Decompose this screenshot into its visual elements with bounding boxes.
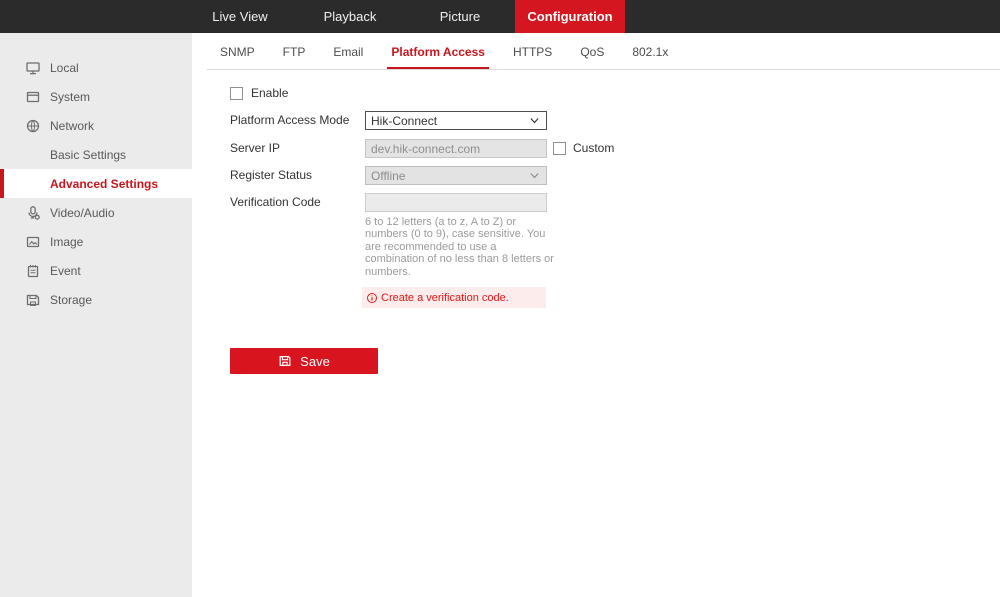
sidebar-item-label: Local [50,60,79,75]
sidebar-item-label: Storage [50,292,93,307]
sidebar-item-system[interactable]: System [0,82,192,111]
verification-code-input[interactable] [365,193,547,212]
top-nav: Live View Playback Picture Configuration [185,0,625,33]
sidebar-item-local[interactable]: Local [0,53,192,82]
sidebar-item-label: Basic Settings [50,147,127,162]
tab-https[interactable]: HTTPS [511,35,554,68]
sidebar-item-advanced-settings[interactable]: Advanced Settings [0,169,192,198]
sidebar-item-label: Event [50,263,81,278]
main-content: SNMP FTP Email Platform Access HTTPS QoS… [192,33,1000,597]
image-icon [25,234,41,250]
platform-access-mode-select[interactable]: Hik-Connect [365,111,547,130]
warning-text: Create a verification code. [381,291,509,304]
platform-access-mode-label: Platform Access Mode [230,113,350,127]
microphone-icon [25,205,41,221]
sidebar-item-label: Image [50,234,84,249]
chevron-down-icon [528,169,541,182]
sidebar-item-label: Advanced Settings [50,176,159,191]
sidebar-item-label: System [50,89,91,104]
window-icon [25,89,41,105]
sidebar-item-storage[interactable]: Storage [0,285,192,314]
chevron-down-icon [528,114,541,127]
save-button[interactable]: Save [230,348,378,374]
top-bar: Live View Playback Picture Configuration [0,0,1000,33]
monitor-icon [25,60,41,76]
selected-value: Offline [371,168,406,183]
register-status-label: Register Status [230,168,313,182]
verification-code-hint: 6 to 12 letters (a to z, A to Z) or numb… [365,216,554,278]
save-icon [279,356,291,366]
enable-checkbox[interactable] [230,87,243,100]
tab-email[interactable]: Email [331,35,365,68]
enable-label: Enable [251,86,289,100]
custom-checkbox[interactable] [553,142,566,155]
tab-snmp[interactable]: SNMP [218,35,257,68]
sidebar-item-video-audio[interactable]: Video/Audio [0,198,192,227]
sidebar-item-label: Video/Audio [50,205,115,220]
sidebar-item-image[interactable]: Image [0,227,192,256]
tab-platform-access[interactable]: Platform Access [387,35,489,69]
tab-ftp[interactable]: FTP [281,35,308,68]
verification-code-label: Verification Code [230,195,321,209]
custom-label: Custom [573,141,615,155]
sidebar-item-label: Network [50,118,95,133]
server-ip-input [365,139,547,158]
info-icon [366,292,378,304]
tab-8021x[interactable]: 802.1x [630,35,670,68]
tab-qos[interactable]: QoS [578,35,606,68]
nav-picture[interactable]: Picture [405,0,515,33]
register-status-select: Offline [365,166,547,185]
nav-live-view[interactable]: Live View [185,0,295,33]
globe-icon [25,118,41,134]
sidebar-item-event[interactable]: Event [0,256,192,285]
nav-configuration[interactable]: Configuration [515,0,625,33]
sidebar: Local System Network Basic Settings Adva… [0,33,192,597]
floppy-icon [25,292,41,308]
save-button-label: Save [300,353,330,369]
selected-value: Hik-Connect [371,113,438,128]
sidebar-item-basic-settings[interactable]: Basic Settings [0,140,192,169]
notepad-icon [25,263,41,279]
sidebar-item-network[interactable]: Network [0,111,192,140]
nav-playback[interactable]: Playback [295,0,405,33]
server-ip-label: Server IP [230,141,281,155]
warning-banner: Create a verification code. [362,287,546,308]
settings-tabstrip: SNMP FTP Email Platform Access HTTPS QoS… [207,33,1000,70]
